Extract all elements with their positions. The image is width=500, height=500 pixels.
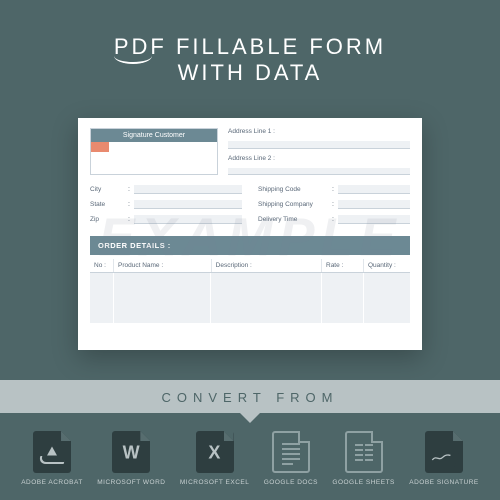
- convert-from-text: CONVERT FROM: [162, 390, 339, 405]
- app-label: ADOBE ACROBAT: [21, 479, 83, 486]
- col-product: Product Name :: [114, 259, 212, 272]
- col-no: No :: [90, 259, 114, 272]
- signature-tab-icon: [91, 142, 109, 152]
- adobe-signature-icon: [425, 431, 463, 473]
- table-body[interactable]: [90, 273, 410, 323]
- microsoft-excel-icon: X: [196, 431, 234, 473]
- delivery-time-field: Delivery Time:: [258, 215, 410, 224]
- page-title: PDF FILLABLE FORM WITH DATA: [0, 0, 500, 87]
- app-google-sheets[interactable]: GOOGLE SHEETS: [332, 431, 395, 486]
- app-label: MICROSOFT EXCEL: [180, 479, 250, 486]
- shipping-company-input[interactable]: [338, 200, 410, 209]
- state-label: State: [90, 201, 124, 208]
- col-quantity: Quantity :: [364, 259, 410, 272]
- app-adobe-acrobat[interactable]: ADOBE ACROBAT: [21, 431, 83, 486]
- address-line-2-label: Address Line 2 :: [228, 155, 288, 162]
- app-adobe-signature[interactable]: ADOBE SIGNATURE: [409, 431, 479, 486]
- pointer-icon: [240, 413, 260, 423]
- title-line-2: WITH DATA: [178, 60, 323, 85]
- signature-label: Signature Customer: [91, 129, 217, 142]
- address-line-2-input[interactable]: [228, 168, 410, 176]
- app-microsoft-excel[interactable]: X MICROSOFT EXCEL: [180, 431, 250, 486]
- google-sheets-icon: [345, 431, 383, 473]
- delivery-time-label: Delivery Time: [258, 216, 328, 223]
- adobe-acrobat-icon: [33, 431, 71, 473]
- delivery-time-input[interactable]: [338, 215, 410, 224]
- google-docs-icon: [272, 431, 310, 473]
- city-label: City: [90, 186, 124, 193]
- microsoft-word-icon: W: [112, 431, 150, 473]
- order-details-header: ORDER DETAILS :: [90, 236, 410, 255]
- table-header: No : Product Name : Description : Rate :…: [90, 259, 410, 273]
- app-microsoft-word[interactable]: W MICROSOFT WORD: [97, 431, 165, 486]
- col-rate: Rate :: [322, 259, 364, 272]
- app-label: GOOGLE SHEETS: [332, 479, 395, 486]
- zip-field: Zip:: [90, 215, 242, 224]
- apps-row: ADOBE ACROBAT W MICROSOFT WORD X MICROSO…: [0, 413, 500, 500]
- state-input[interactable]: [134, 200, 242, 209]
- city-field: City:: [90, 185, 242, 194]
- shipping-code-label: Shipping Code: [258, 186, 328, 193]
- app-label: GOOGLE DOCS: [264, 479, 318, 486]
- form-preview: EXAMPLE Signature Customer Address Line …: [78, 118, 422, 350]
- shipping-company-label: Shipping Company: [258, 201, 328, 208]
- convert-from-label: CONVERT FROM: [0, 380, 500, 413]
- address-line-1-input[interactable]: [228, 141, 410, 149]
- address-line-1-field: Address Line 1 :: [228, 128, 410, 135]
- zip-input[interactable]: [134, 215, 242, 224]
- shipping-code-input[interactable]: [338, 185, 410, 194]
- bottom-band: CONVERT FROM ADOBE ACROBAT W MICROSOFT W…: [0, 380, 500, 500]
- app-google-docs[interactable]: GOOGLE DOCS: [264, 431, 318, 486]
- city-input[interactable]: [134, 185, 242, 194]
- app-label: ADOBE SIGNATURE: [409, 479, 479, 486]
- signature-box: Signature Customer: [90, 128, 218, 175]
- shipping-company-field: Shipping Company:: [258, 200, 410, 209]
- address-line-2-field: Address Line 2 :: [228, 155, 410, 162]
- state-field: State:: [90, 200, 242, 209]
- zip-label: Zip: [90, 216, 124, 223]
- app-label: MICROSOFT WORD: [97, 479, 165, 486]
- shipping-code-field: Shipping Code:: [258, 185, 410, 194]
- title-line-1: PDF FILLABLE FORM: [114, 34, 386, 60]
- col-description: Description :: [212, 259, 322, 272]
- address-line-1-label: Address Line 1 :: [228, 128, 288, 135]
